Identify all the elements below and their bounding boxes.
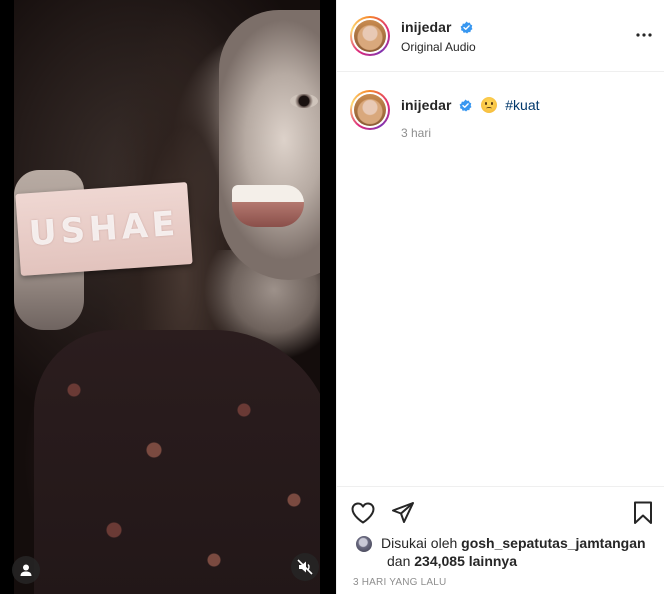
- likes-prefix: Disukai oleh: [381, 535, 458, 551]
- verified-badge-icon: [460, 99, 472, 112]
- header-username[interactable]: inijedar: [401, 19, 452, 35]
- caption-text: inijedar #kuat: [401, 96, 540, 114]
- save-button[interactable]: [629, 499, 657, 527]
- share-button[interactable]: [389, 499, 417, 527]
- likes-and: dan: [387, 553, 411, 569]
- avatar-image: [354, 20, 386, 52]
- post-media[interactable]: USHAE: [0, 0, 336, 594]
- like-button[interactable]: [349, 499, 377, 527]
- header-text: inijedar Original Audio: [401, 19, 476, 54]
- eye-shape: [290, 94, 318, 108]
- post-actions: Disukai oleh gosh_sepatutas_jamtangan da…: [337, 486, 664, 594]
- smile-shape: [232, 185, 304, 227]
- liker-avatar[interactable]: [355, 535, 373, 553]
- user-icon: [20, 564, 32, 576]
- avatar[interactable]: [350, 16, 390, 56]
- caption-avatar[interactable]: [350, 90, 390, 130]
- more-options-button[interactable]: [635, 26, 653, 44]
- paper-plane-icon: [392, 502, 414, 523]
- bookmark-icon: [634, 501, 652, 524]
- product-box-text: USHAE: [27, 203, 181, 255]
- liker-username[interactable]: gosh_sepatutas_jamtangan: [461, 535, 645, 551]
- heart-icon: [351, 502, 375, 524]
- muted-speaker-icon: [297, 559, 313, 575]
- floral-blouse-shape: [34, 330, 320, 594]
- post-header: inijedar Original Audio: [337, 0, 664, 72]
- post-details-panel: inijedar Original Audio inijedar #kuat 3…: [336, 0, 664, 594]
- audio-label[interactable]: Original Audio: [401, 40, 476, 54]
- likes-count-button[interactable]: 234,085 lainnya: [414, 553, 517, 569]
- likes-others-label: lainnya: [468, 553, 517, 569]
- caption-avatar-image: [354, 94, 386, 126]
- posted-date[interactable]: 3 HARI YANG LALU: [353, 577, 446, 588]
- likes-summary: Disukai oleh gosh_sepatutas_jamtangan da…: [353, 534, 663, 570]
- disappointed-face-emoji-icon: [481, 97, 498, 113]
- product-box: USHAE: [15, 182, 193, 276]
- caption-username[interactable]: inijedar: [401, 97, 452, 113]
- likes-count: 234,085: [414, 553, 465, 569]
- mute-toggle-button[interactable]: [291, 553, 319, 581]
- hashtag-link[interactable]: #kuat: [505, 97, 539, 113]
- more-options-icon: [636, 33, 652, 37]
- verified-badge-icon: [460, 21, 473, 34]
- caption-time-ago[interactable]: 3 hari: [401, 126, 431, 140]
- face-shape: [219, 10, 320, 280]
- tagged-users-button[interactable]: [12, 556, 40, 584]
